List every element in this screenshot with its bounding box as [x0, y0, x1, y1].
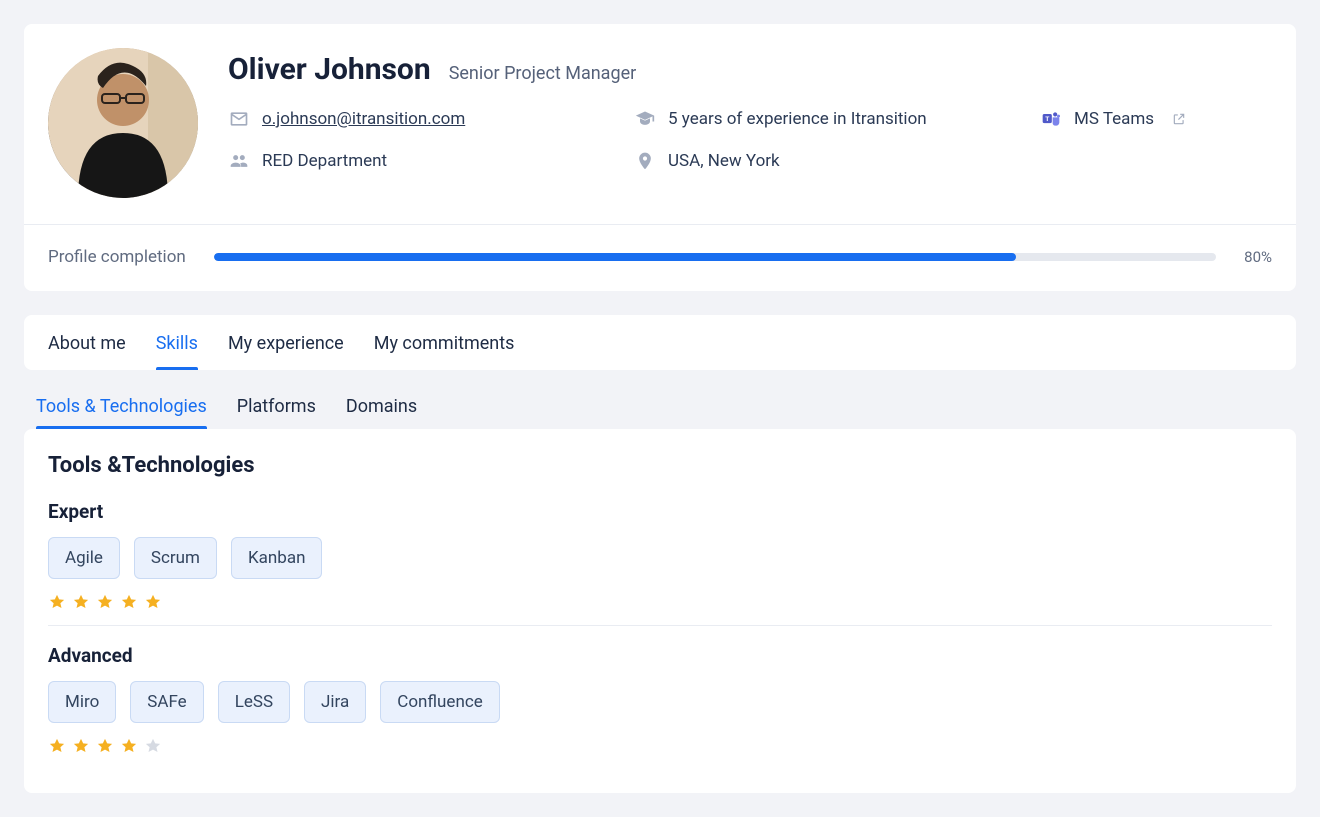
ms-teams-icon: T — [1040, 109, 1062, 129]
external-link-icon — [1172, 112, 1186, 126]
skill-level-expert: Expert Agile Scrum Kanban — [48, 500, 1048, 611]
profile-name: Oliver Johnson — [228, 52, 431, 87]
job-title: Senior Project Manager — [449, 63, 637, 84]
skill-chip-miro[interactable]: Miro — [48, 681, 116, 723]
svg-text:T: T — [1045, 115, 1049, 123]
people-icon — [228, 151, 250, 171]
teams-label: MS Teams — [1074, 109, 1154, 129]
profile-completion-percent: 80% — [1244, 248, 1272, 266]
profile-header-card: Oliver Johnson Senior Project Manager o.… — [24, 24, 1296, 291]
envelope-icon — [228, 109, 250, 129]
skill-stars — [48, 737, 1048, 755]
skill-level-advanced: Advanced Miro SAFe LeSS Jira Confluence — [48, 644, 1048, 755]
location-text: USA, New York — [668, 151, 780, 171]
skill-chip-scrum[interactable]: Scrum — [134, 537, 217, 579]
sub-tab-domains[interactable]: Domains — [346, 382, 417, 429]
email-link[interactable]: o.johnson@itransition.com — [262, 109, 465, 129]
location-pin-icon — [634, 151, 656, 171]
skill-stars — [48, 593, 1048, 611]
main-tab-skills[interactable]: Skills — [156, 315, 198, 370]
section-title: Tools &Technologies — [48, 453, 1272, 478]
email-row: o.johnson@itransition.com — [228, 109, 634, 129]
experience-row: 5 years of experience in Itransition — [634, 109, 1040, 129]
skill-chip-confluence[interactable]: Confluence — [380, 681, 500, 723]
main-tabs: About me Skills My experience My commitment… — [24, 315, 1296, 370]
main-tab-my-commitments[interactable]: My commitments — [374, 315, 515, 370]
location-row: USA, New York — [634, 151, 1040, 171]
skill-chips: Agile Scrum Kanban — [48, 537, 1048, 579]
sub-tab-platforms[interactable]: Platforms — [237, 382, 316, 429]
skill-chip-less[interactable]: LeSS — [218, 681, 290, 723]
teams-row[interactable]: T MS Teams — [1040, 109, 1272, 129]
department-text: RED Department — [262, 151, 387, 171]
skill-chip-kanban[interactable]: Kanban — [231, 537, 322, 579]
skill-chip-jira[interactable]: Jira — [304, 681, 366, 723]
skills-card: Tools &Technologies Expert Agile Scrum Kanb… — [24, 429, 1296, 793]
sub-tabs: Tools & Technologies Platforms Domains — [24, 382, 1296, 429]
sub-tab-tools-technologies[interactable]: Tools & Technologies — [36, 382, 207, 429]
skill-chip-safe[interactable]: SAFe — [130, 681, 203, 723]
avatar — [48, 48, 198, 198]
department-row: RED Department — [228, 151, 634, 171]
skill-level-label: Expert — [48, 500, 1048, 523]
experience-text: 5 years of experience in Itransition — [668, 109, 927, 129]
skill-level-label: Advanced — [48, 644, 1048, 667]
graduation-cap-icon — [634, 109, 656, 129]
profile-completion-label: Profile completion — [48, 247, 186, 267]
main-tab-my-experience[interactable]: My experience — [228, 315, 344, 370]
divider — [48, 625, 1272, 626]
skill-chips: Miro SAFe LeSS Jira Confluence — [48, 681, 1048, 723]
main-tab-about-me[interactable]: About me — [48, 315, 126, 370]
skill-chip-agile[interactable]: Agile — [48, 537, 120, 579]
profile-completion-bar — [214, 253, 1216, 261]
